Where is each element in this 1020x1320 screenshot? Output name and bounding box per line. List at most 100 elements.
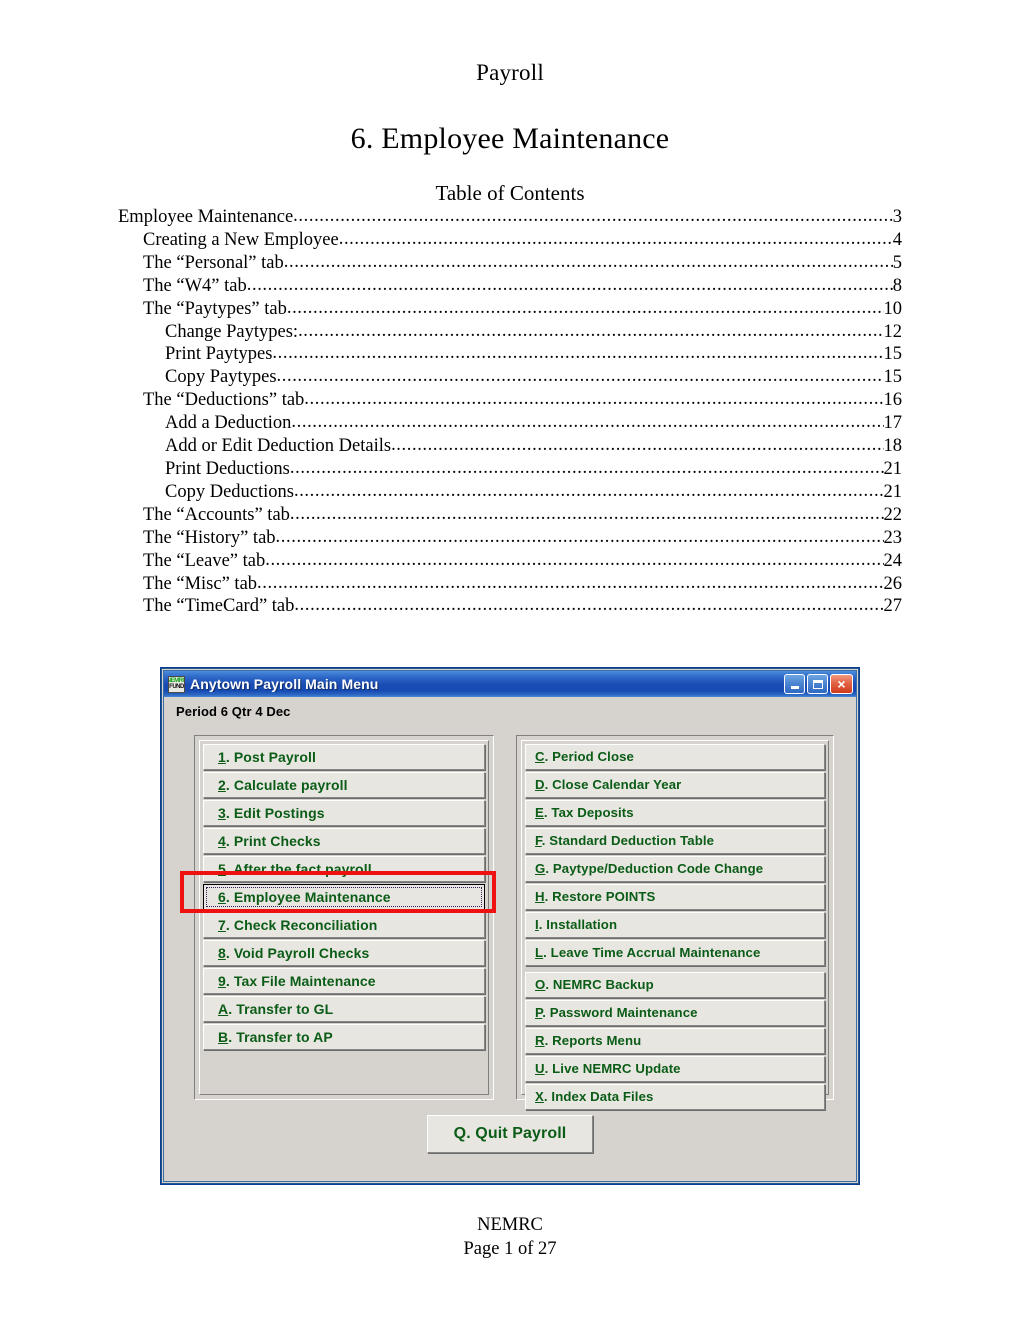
menu-accelerator: 3: [218, 805, 226, 821]
toc-entry[interactable]: Copy Deductions.........................…: [118, 481, 902, 504]
maximize-button[interactable]: [807, 674, 828, 694]
menu-button-employee-maintenance[interactable]: 6. Employee Maintenance: [203, 884, 485, 910]
menu-button-live-nemrc-update[interactable]: U. Live NEMRC Update: [525, 1056, 825, 1082]
toc-entry[interactable]: The “History” tab.......................…: [118, 527, 902, 550]
toc-entry[interactable]: The “Paytypes” tab......................…: [118, 298, 902, 321]
toc-entry-page-number: 10: [883, 298, 903, 319]
menu-accelerator: 2: [218, 777, 226, 793]
toc-entry[interactable]: Add a Deduction.........................…: [118, 412, 902, 435]
toc-entry[interactable]: The “Accounts” tab......................…: [118, 504, 902, 527]
toc-entry[interactable]: Copy Paytypes...........................…: [118, 366, 902, 389]
menu-accelerator: 9: [218, 973, 226, 989]
menu-button-tax-file-maintenance[interactable]: 9. Tax File Maintenance: [203, 968, 485, 994]
menu-accelerator: 6: [218, 889, 226, 905]
toc-dot-leader: ........................................…: [293, 480, 884, 501]
toc-entry-page-number: 27: [883, 596, 903, 617]
toc-entry-page-number: 21: [883, 481, 903, 502]
toc-entry-page-number: 4: [892, 229, 902, 250]
toc-entry[interactable]: The “Personal” tab......................…: [118, 252, 902, 275]
toc-entry-page-number: 3: [892, 207, 902, 227]
menu-accelerator: 1: [218, 749, 226, 765]
toc-entry[interactable]: The “Misc” tab..........................…: [118, 573, 902, 596]
menu-button-label: . Period Close: [544, 749, 634, 764]
menu-button-edit-postings[interactable]: 3. Edit Postings: [203, 800, 485, 826]
menu-button-label: . Index Data Files: [543, 1089, 654, 1104]
menu-button-installation[interactable]: I. Installation: [525, 912, 825, 938]
menu-accelerator: X: [535, 1089, 544, 1104]
menu-button-label: . Print Checks: [225, 833, 321, 849]
close-button[interactable]: ×: [830, 674, 853, 694]
menu-accelerator: C: [535, 749, 545, 764]
menu-button-print-checks[interactable]: 4. Print Checks: [203, 828, 485, 854]
toc-entry[interactable]: Change Paytypes:........................…: [118, 321, 902, 344]
menu-button-reports-menu[interactable]: R. Reports Menu: [525, 1028, 825, 1054]
toc-entry-page-number: 17: [883, 413, 903, 434]
toc-entry-label: The “Misc” tab: [143, 573, 258, 594]
toc-entry-label: Print Deductions: [165, 458, 290, 479]
toc-entry[interactable]: The “Deductions” tab....................…: [118, 389, 902, 412]
menu-button-post-payroll[interactable]: 1. Post Payroll: [203, 744, 485, 770]
menu-button-label: . Void Payroll Checks: [225, 945, 370, 961]
menu-accelerator: E: [535, 805, 544, 820]
menu-button-void-payroll-checks[interactable]: 8. Void Payroll Checks: [203, 940, 485, 966]
toc-entry-page-number: 16: [883, 390, 903, 411]
menu-button-label: . Paytype/Deduction Code Change: [545, 861, 764, 876]
toc-entry-page-number: 12: [883, 321, 903, 342]
menu-button-period-close[interactable]: C. Period Close: [525, 744, 825, 770]
toc-entry[interactable]: Print Paytypes..........................…: [118, 343, 902, 366]
menu-button-label: . Installation: [538, 917, 618, 932]
menu-button-after-the-fact-payroll[interactable]: 5. After the fact payroll: [203, 856, 485, 882]
toc-entry-page-number: 15: [883, 344, 903, 365]
menu-button-label: . Post Payroll: [225, 749, 316, 765]
menu-button-nemrc-backup[interactable]: O. NEMRC Backup: [525, 972, 825, 998]
toc-dot-leader: ........................................…: [246, 274, 893, 295]
toc-entry-label: Employee Maintenance: [118, 207, 294, 227]
minimize-button[interactable]: [784, 674, 805, 694]
menu-button-close-calendar-year[interactable]: D. Close Calendar Year: [525, 772, 825, 798]
menu-button-label: . Password Maintenance: [542, 1005, 698, 1020]
period-status-label: Period 6 Qtr 4 Dec: [176, 704, 291, 719]
toc-entry[interactable]: Creating a New Employee.................…: [118, 229, 902, 252]
toc-entry-label: The “Accounts” tab: [143, 504, 290, 525]
toc-entry-label: Copy Deductions: [165, 481, 294, 502]
quit-accel: Q: [453, 1125, 467, 1142]
toc-entry[interactable]: Employee Maintenance....................…: [118, 206, 902, 229]
menu-button-transfer-to-ap[interactable]: B. Transfer to AP: [203, 1024, 485, 1050]
left-menu-list: 1. Post Payroll 2. Calculate payroll 3. Ed…: [199, 740, 489, 1095]
menu-button-calculate-payroll[interactable]: 2. Calculate payroll: [203, 772, 485, 798]
toc-entry[interactable]: The “W4” tab............................…: [118, 275, 902, 298]
menu-button-paytype-deduction-code-change[interactable]: G. Paytype/Deduction Code Change: [525, 856, 825, 882]
menu-button-label: . Reports Menu: [544, 1033, 642, 1048]
close-icon: ×: [837, 675, 846, 692]
toc-heading: Table of Contents: [435, 181, 585, 205]
toc-entry-label: Add a Deduction: [165, 413, 292, 434]
menu-button-restore-points[interactable]: H. Restore POINTS: [525, 884, 825, 910]
toc-dot-leader: ........................................…: [276, 366, 884, 387]
menu-button-standard-deduction-table[interactable]: F. Standard Deduction Table: [525, 828, 825, 854]
toc-dot-leader: ........................................…: [289, 457, 884, 478]
toc-entry[interactable]: Print Deductions........................…: [118, 458, 902, 481]
toc-entry[interactable]: The “TimeCard” tab......................…: [118, 595, 902, 618]
menu-button-password-maintenance[interactable]: P. Password Maintenance: [525, 1000, 825, 1026]
toc-dot-leader: ........................................…: [293, 206, 893, 226]
menu-button-index-data-files[interactable]: X. Index Data Files: [525, 1084, 825, 1110]
menu-button-transfer-to-gl[interactable]: A. Transfer to GL: [203, 996, 485, 1022]
toc-entry[interactable]: Add or Edit Deduction Details...........…: [118, 435, 902, 458]
menu-accelerator: A: [218, 1001, 229, 1017]
document-running-head: Payroll: [0, 58, 1020, 88]
right-menu-list: C. Period Close D. Close Calendar Year E. …: [521, 740, 829, 1110]
menu-accelerator: 5: [218, 861, 226, 877]
menu-button-check-reconciliation[interactable]: 7. Check Reconciliation: [203, 912, 485, 938]
table-of-contents: Employee Maintenance....................…: [118, 206, 902, 618]
toc-entry-page-number: 22: [883, 504, 903, 525]
quit-payroll-button[interactable]: Q. Quit Payroll: [427, 1115, 593, 1153]
toc-entry[interactable]: The “Leave” tab.........................…: [118, 550, 902, 573]
toc-dot-leader: ........................................…: [291, 412, 883, 433]
toc-entry-label: Add or Edit Deduction Details: [165, 436, 392, 457]
toc-dot-leader: ........................................…: [289, 503, 884, 524]
menu-button-label: . Leave Time Accrual Maintenance: [543, 945, 761, 960]
menu-button-tax-deposits[interactable]: E. Tax Deposits: [525, 800, 825, 826]
menu-button-leave-time-accrual-maintenance[interactable]: L. Leave Time Accrual Maintenance: [525, 940, 825, 966]
quit-button-row: Q. Quit Payroll: [164, 1115, 856, 1153]
menu-button-label: . Employee Maintenance: [225, 889, 391, 905]
